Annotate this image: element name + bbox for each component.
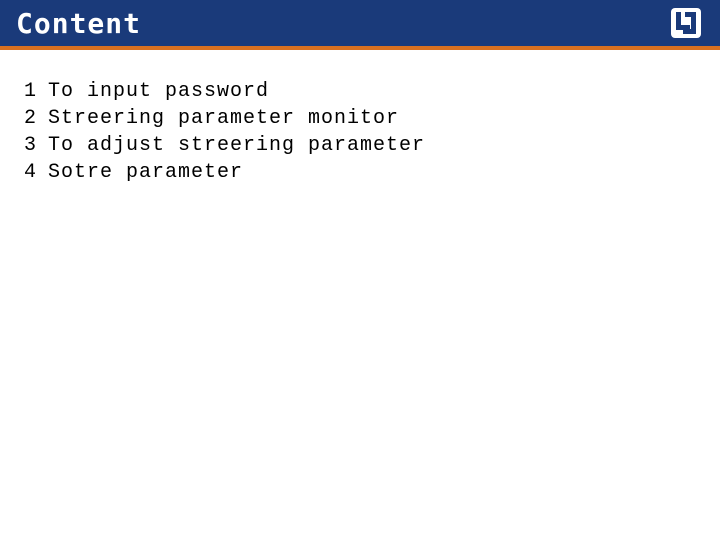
list-item: 4 Sotre parameter: [24, 159, 696, 186]
item-text: To adjust streering parameter: [48, 132, 696, 159]
page-title: Content: [16, 7, 141, 40]
item-text: To input password: [48, 78, 696, 105]
item-number: 2: [24, 105, 48, 132]
list-item: 1 To input password: [24, 78, 696, 105]
item-text: Sotre parameter: [48, 159, 696, 186]
lg-logo-icon: [668, 5, 704, 41]
list-item: 2 Streering parameter monitor: [24, 105, 696, 132]
item-number: 4: [24, 159, 48, 186]
item-number: 3: [24, 132, 48, 159]
content-list: 1 To input password 2 Streering paramete…: [0, 50, 720, 214]
list-item: 3 To adjust streering parameter: [24, 132, 696, 159]
item-text: Streering parameter monitor: [48, 105, 696, 132]
header-bar: Content: [0, 0, 720, 50]
item-number: 1: [24, 78, 48, 105]
